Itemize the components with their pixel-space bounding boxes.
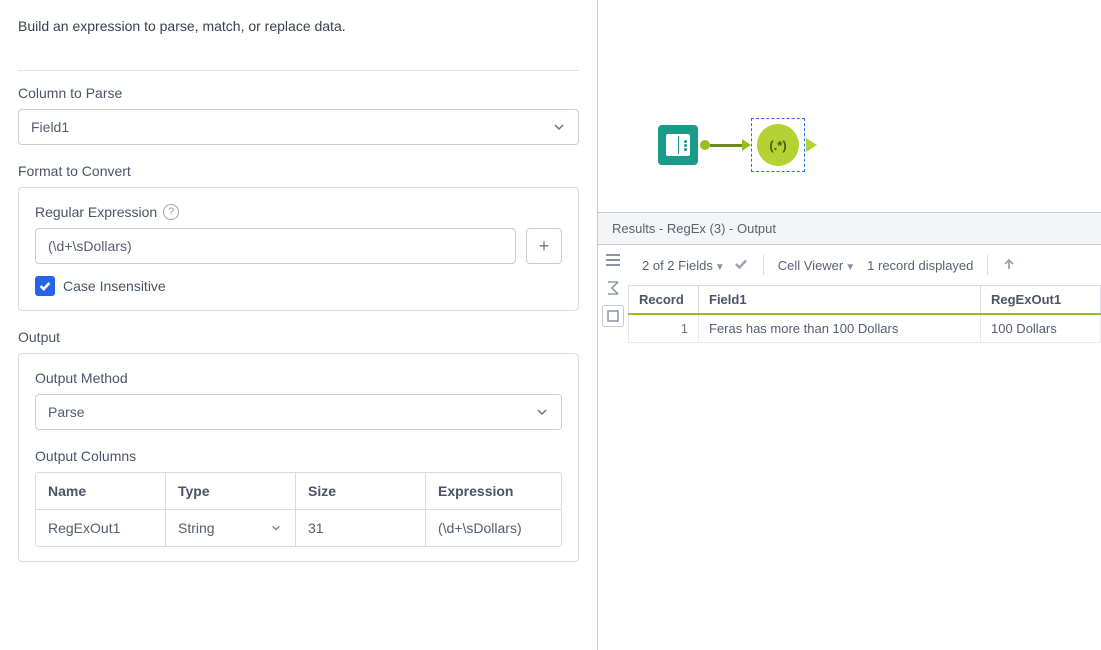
- results-header-row: Record Field1 RegExOut1: [629, 286, 1101, 314]
- column-to-parse-dropdown[interactable]: Field1: [18, 109, 579, 145]
- regex-input[interactable]: (\d+\sDollars): [35, 228, 516, 264]
- data-view-icon[interactable]: [602, 305, 624, 327]
- cell-expression: (\d+\sDollars): [426, 510, 561, 546]
- output-columns-label: Output Columns: [35, 448, 562, 464]
- header-type: Type: [166, 473, 296, 509]
- up-arrow-icon[interactable]: [1002, 257, 1024, 274]
- separator: [987, 255, 988, 275]
- workflow-nodes: (.*): [658, 118, 817, 172]
- column-to-parse-label: Column to Parse: [18, 85, 579, 101]
- results-row[interactable]: 1 Feras has more than 100 Dollars 100 Do…: [629, 314, 1101, 343]
- results-side-tabs: [598, 245, 628, 650]
- results-content: 2 of 2 Fields▼ Cell Viewer▼ 1 record dis…: [628, 245, 1101, 650]
- cell-name[interactable]: RegExOut1: [36, 510, 166, 546]
- output-anchor-icon[interactable]: [806, 138, 817, 152]
- column-to-parse-value: Field1: [31, 119, 69, 135]
- case-insensitive-label: Case Insensitive: [63, 278, 166, 294]
- regex-tool-selected[interactable]: (.*): [751, 118, 805, 172]
- cell-field1: Feras has more than 100 Dollars: [699, 314, 981, 343]
- cell-regexout1: 100 Dollars: [981, 314, 1101, 343]
- records-displayed-label: 1 record displayed: [867, 258, 973, 273]
- list-view-icon[interactable]: [602, 249, 624, 271]
- add-regex-button[interactable]: +: [526, 228, 562, 264]
- help-icon[interactable]: ?: [163, 204, 179, 220]
- output-columns-table: Name Type Size Expression RegExOut1 Stri…: [35, 472, 562, 547]
- case-insensitive-row: Case Insensitive: [35, 276, 562, 296]
- cell-record: 1: [629, 314, 699, 343]
- results-table: Record Field1 RegExOut1 1 Feras has more…: [628, 286, 1101, 343]
- output-method-label: Output Method: [35, 370, 562, 386]
- cell-viewer-dropdown[interactable]: Cell Viewer▼: [778, 258, 855, 273]
- header-name: Name: [36, 473, 166, 509]
- output-anchor-icon[interactable]: [700, 140, 710, 150]
- format-to-convert-box: Regular Expression ? (\d+\sDollars) + Ca…: [18, 187, 579, 311]
- workflow-canvas[interactable]: (.*): [598, 0, 1101, 213]
- regex-label-row: Regular Expression ?: [35, 204, 562, 220]
- output-method-dropdown[interactable]: Parse: [35, 394, 562, 430]
- config-panel: Build an expression to parse, match, or …: [0, 0, 598, 650]
- input-anchor-icon[interactable]: [742, 139, 751, 151]
- results-body: 2 of 2 Fields▼ Cell Viewer▼ 1 record dis…: [598, 245, 1101, 650]
- intro-text: Build an expression to parse, match, or …: [18, 18, 579, 50]
- check-icon[interactable]: [733, 256, 749, 275]
- right-panel: (.*) Results - RegEx (3) - Output 2 of 2…: [598, 0, 1101, 650]
- input-data-tool-icon[interactable]: [658, 125, 698, 165]
- header-record[interactable]: Record: [629, 286, 699, 314]
- regular-expression-label: Regular Expression: [35, 204, 157, 220]
- output-box: Output Method Parse Output Columns Name …: [18, 353, 579, 562]
- results-toolbar: 2 of 2 Fields▼ Cell Viewer▼ 1 record dis…: [628, 245, 1101, 286]
- connector-line[interactable]: [710, 144, 742, 147]
- header-field1[interactable]: Field1: [699, 286, 981, 314]
- cell-size[interactable]: 31: [296, 510, 426, 546]
- separator: [763, 255, 764, 275]
- divider: [18, 70, 579, 71]
- regex-input-row: (\d+\sDollars) +: [35, 228, 562, 264]
- fields-count-dropdown[interactable]: 2 of 2 Fields▼: [642, 258, 725, 273]
- output-method-value: Parse: [48, 404, 85, 420]
- results-panel-title: Results - RegEx (3) - Output: [598, 213, 1101, 245]
- header-expression: Expression: [426, 473, 561, 509]
- cell-type-dropdown[interactable]: String: [166, 510, 296, 546]
- chevron-down-icon: [552, 120, 566, 134]
- output-label: Output: [18, 329, 579, 345]
- table-row: RegExOut1 String 31 (\d+\sDollars): [36, 510, 561, 546]
- format-to-convert-label: Format to Convert: [18, 163, 579, 179]
- header-regexout1[interactable]: RegExOut1: [981, 286, 1101, 314]
- case-insensitive-checkbox[interactable]: [35, 276, 55, 296]
- sigma-icon[interactable]: [602, 277, 624, 299]
- chevron-down-icon: [535, 405, 549, 419]
- header-size: Size: [296, 473, 426, 509]
- chevron-down-icon: [269, 521, 283, 535]
- table-header-row: Name Type Size Expression: [36, 473, 561, 510]
- regex-tool-icon: (.*): [757, 124, 799, 166]
